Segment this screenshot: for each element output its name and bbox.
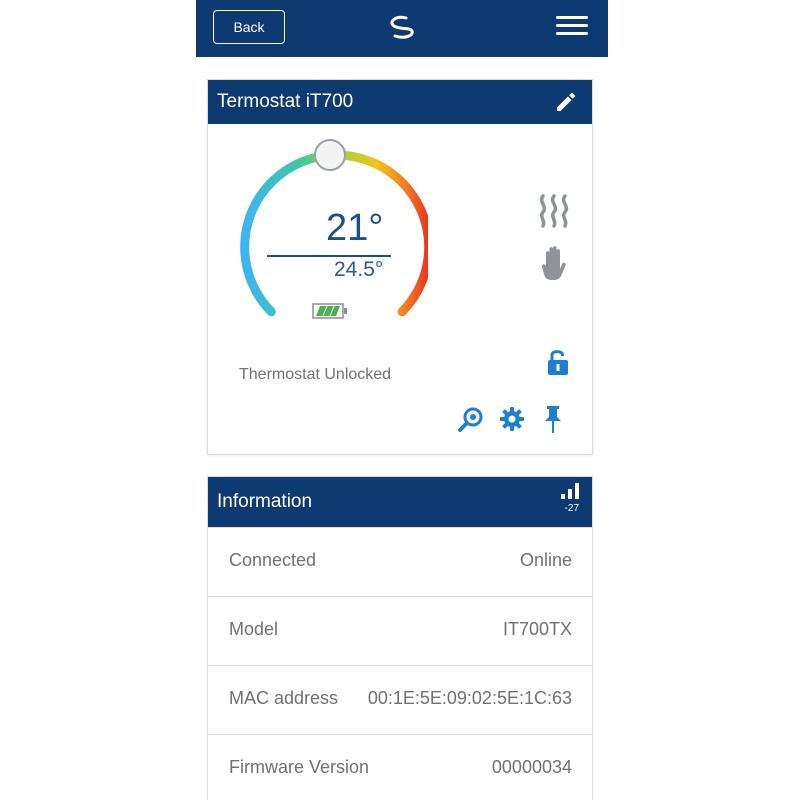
info-row-firmware: Firmware Version 00000034	[208, 734, 592, 800]
gear-icon[interactable]	[499, 406, 525, 432]
search-icon[interactable]	[458, 406, 484, 432]
row-label: Firmware Version	[229, 757, 370, 777]
temperature-divider	[267, 255, 391, 257]
top-bar: Back	[196, 0, 608, 57]
heating-icon	[539, 194, 569, 228]
row-value: Online	[519, 550, 572, 570]
info-row-connected: Connected Online	[208, 527, 592, 596]
thermostat-title: Termostat iT700	[217, 91, 354, 112]
app-screen: Back Termostat iT700 21° 24.5° Thermosta…	[196, 0, 608, 800]
dial-handle	[314, 139, 346, 171]
hamburger-menu-icon[interactable]	[556, 16, 588, 40]
thermostat-card: Termostat iT700 21° 24.5° Thermostat Unl…	[207, 79, 593, 455]
battery-icon	[312, 303, 347, 319]
back-button[interactable]: Back	[213, 10, 285, 44]
information-title: Information	[217, 491, 313, 512]
signal-strength-icon: -27	[559, 483, 579, 519]
row-value: 00:1E:5E:09:02:5E:1C:63	[367, 688, 572, 708]
row-value: 00000034	[491, 757, 572, 777]
manual-mode-icon	[541, 246, 566, 280]
thermostat-card-header: Termostat iT700	[208, 80, 592, 124]
info-row-model: Model IT700TX	[208, 596, 592, 665]
information-card: Information -27 Connected Online Model I…	[207, 476, 593, 800]
pin-icon[interactable]	[542, 404, 564, 434]
lock-status-text: Thermostat Unlocked	[239, 366, 392, 383]
info-row-mac-address: MAC address 00:1E:5E:09:02:5E:1C:63	[208, 665, 592, 734]
salus-logo-icon[interactable]	[384, 12, 418, 42]
row-label: Connected	[229, 550, 317, 570]
row-value: IT700TX	[502, 619, 572, 639]
setpoint-temperature: 21°	[326, 207, 384, 249]
information-card-header: Information -27	[208, 477, 592, 527]
edit-icon[interactable]	[554, 90, 578, 114]
row-label: MAC address	[229, 688, 339, 708]
current-temperature: 24.5°	[334, 258, 384, 281]
row-label: Model	[229, 619, 279, 639]
unlock-icon[interactable]	[546, 348, 570, 376]
signal-strength-value: -27	[564, 503, 579, 514]
